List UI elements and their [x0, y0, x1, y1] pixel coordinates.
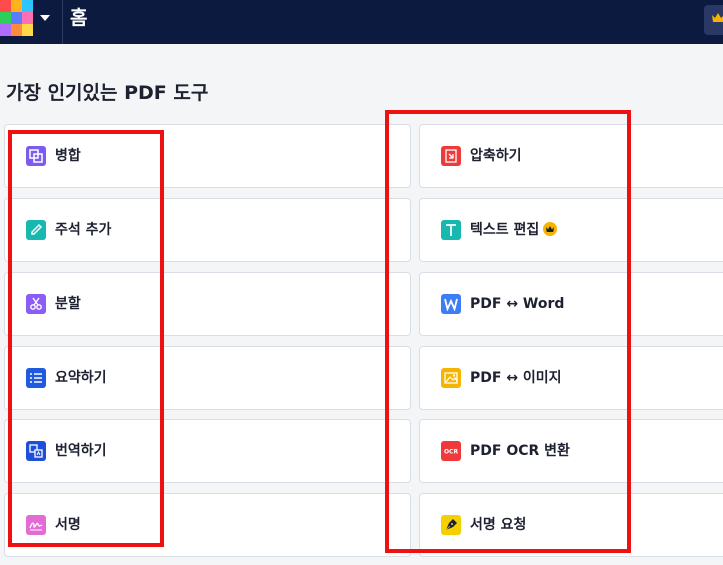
- tool-card-sign[interactable]: 서명: [4, 493, 411, 557]
- tool-label: 서명 요청: [470, 517, 527, 533]
- signature-icon: [26, 515, 46, 535]
- top-bar: 홈: [0, 0, 723, 44]
- tool-card-request-signature[interactable]: 서명 요청: [419, 493, 723, 557]
- tool-label: PDF ↔ Word: [470, 296, 565, 312]
- tool-label: PDF ↔ 이미지: [470, 370, 562, 386]
- translate-icon: [26, 441, 46, 461]
- image-icon: [441, 368, 461, 388]
- tool-card-summarize[interactable]: 요약하기: [4, 346, 411, 410]
- page-title: 홈: [70, 7, 88, 29]
- premium-button[interactable]: [704, 5, 723, 35]
- svg-text:OCR: OCR: [444, 449, 459, 456]
- tool-card-split[interactable]: 분할: [4, 272, 411, 336]
- tool-label: 주석 추가: [55, 222, 112, 238]
- tool-card-annotate[interactable]: 주석 추가: [4, 198, 411, 262]
- tool-label: 병합: [55, 148, 81, 164]
- tool-label: 텍스트 편집: [470, 220, 558, 242]
- app-logo-icon[interactable]: [0, 0, 33, 36]
- premium-crown-icon: [543, 222, 558, 242]
- tool-label-text: 텍스트 편집: [470, 222, 540, 238]
- tool-label: 번역하기: [55, 443, 107, 459]
- tool-card-pdf-image[interactable]: PDF ↔ 이미지: [419, 346, 723, 410]
- text-edit-icon: [441, 220, 461, 240]
- tool-card-pdf-word[interactable]: PDF ↔ Word: [419, 272, 723, 336]
- compress-icon: [441, 146, 461, 166]
- list-icon: [26, 368, 46, 388]
- section-title: 가장 인기있는 PDF 도구: [6, 82, 209, 104]
- tool-label: PDF OCR 변환: [470, 443, 570, 459]
- ocr-icon: OCR: [441, 441, 461, 461]
- word-icon: [441, 294, 461, 314]
- crown-icon: [712, 13, 723, 22]
- merge-icon: [26, 146, 46, 166]
- tool-card-translate[interactable]: 번역하기: [4, 419, 411, 483]
- tool-card-ocr[interactable]: OCR PDF OCR 변환: [419, 419, 723, 483]
- app-menu-chevron-down-icon[interactable]: [40, 15, 50, 21]
- pencil-icon: [26, 220, 46, 240]
- tool-label: 요약하기: [55, 370, 107, 386]
- header-divider: [62, 0, 63, 44]
- tool-card-edit-text[interactable]: 텍스트 편집: [419, 198, 723, 262]
- tool-card-compress[interactable]: 압축하기: [419, 124, 723, 188]
- highlight-box-left: [8, 130, 164, 547]
- tool-label: 서명: [55, 517, 81, 533]
- tool-label: 압축하기: [470, 148, 522, 164]
- tool-card-merge[interactable]: 병합: [4, 124, 411, 188]
- scissors-icon: [26, 294, 46, 314]
- pen-nib-icon: [441, 515, 461, 535]
- tool-label: 분할: [55, 296, 81, 312]
